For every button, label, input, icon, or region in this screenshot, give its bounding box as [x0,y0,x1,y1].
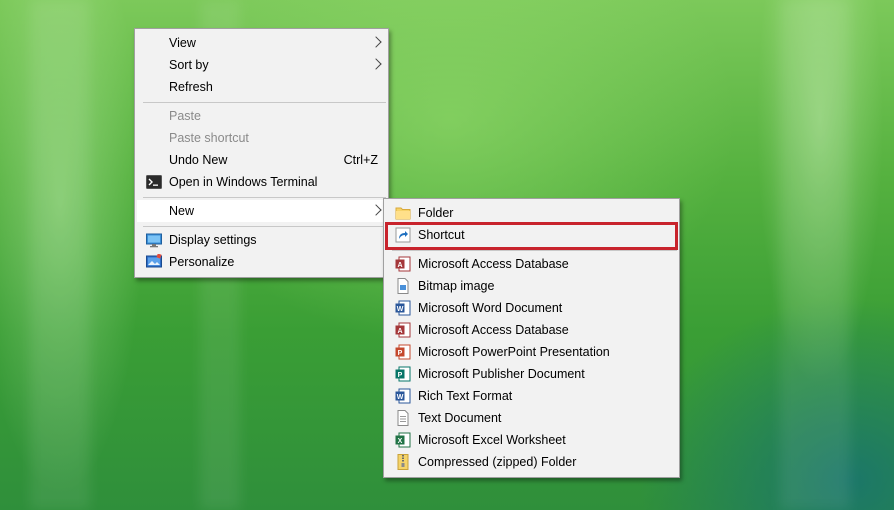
terminal-icon [146,175,162,189]
powerpoint-icon: P [395,344,411,360]
menu-item-view[interactable]: View [137,32,386,54]
chevron-right-icon [370,58,382,70]
folder-icon [395,207,411,220]
menu-separator [143,102,386,103]
menu-item-label: Microsoft Word Document [418,301,563,315]
submenu-item-publisher-document[interactable]: P Microsoft Publisher Document [386,363,677,385]
rtf-icon: W [395,388,411,404]
menu-item-label: Display settings [169,233,257,247]
menu-item-undo-new[interactable]: Undo New Ctrl+Z [137,149,386,171]
submenu-item-access-database[interactable]: A Microsoft Access Database [386,253,677,275]
menu-item-label: Microsoft Publisher Document [418,367,585,381]
submenu-item-word-document[interactable]: W Microsoft Word Document [386,297,677,319]
menu-item-label: Rich Text Format [418,389,513,403]
menu-separator [143,226,386,227]
svg-text:W: W [397,306,404,313]
menu-item-paste[interactable]: Paste [137,105,386,127]
display-icon [146,233,162,248]
menu-item-label: Text Document [418,411,502,425]
svg-text:P: P [398,350,403,357]
menu-item-label: Personalize [169,255,235,269]
submenu-item-access-database-2[interactable]: A Microsoft Access Database [386,319,677,341]
bitmap-icon [397,278,409,294]
menu-item-sort-by[interactable]: Sort by [137,54,386,76]
chevron-right-icon [370,36,382,48]
menu-item-label: Paste [169,109,201,123]
menu-item-label: Microsoft PowerPoint Presentation [418,345,610,359]
menu-item-label: Open in Windows Terminal [169,175,318,189]
word-icon: W [395,300,411,316]
svg-text:P: P [398,372,403,379]
personalize-icon [146,254,162,268]
keyboard-shortcut: Ctrl+Z [343,153,378,167]
menu-item-personalize[interactable]: Personalize [137,251,386,273]
publisher-icon: P [395,366,411,382]
menu-item-new[interactable]: New [137,200,386,222]
menu-item-label: Paste shortcut [169,131,249,145]
chevron-right-icon [370,204,382,216]
access-icon: A [395,256,411,272]
submenu-item-powerpoint-presentation[interactable]: P Microsoft PowerPoint Presentation [386,341,677,363]
menu-item-label: Undo New [169,153,228,167]
desktop-context-menu: View Sort by Refresh Paste Paste shortcu… [134,28,389,278]
svg-text:W: W [397,394,404,401]
svg-text:A: A [397,262,402,269]
submenu-item-rich-text-format[interactable]: W Rich Text Format [386,385,677,407]
menu-separator [143,197,386,198]
submenu-item-folder[interactable]: Folder [386,202,677,224]
menu-item-paste-shortcut[interactable]: Paste shortcut [137,127,386,149]
access-icon: A [395,322,411,338]
menu-item-label: Microsoft Excel Worksheet [418,433,566,447]
svg-text:A: A [397,328,402,335]
menu-item-label: View [169,36,196,50]
menu-item-label: Compressed (zipped) Folder [418,455,577,469]
shortcut-highlight-box [385,222,678,250]
text-document-icon [397,410,409,426]
menu-item-label: Bitmap image [418,279,495,293]
excel-icon: X [395,432,411,448]
menu-item-label: Microsoft Access Database [418,257,569,271]
menu-item-label: Sort by [169,58,209,72]
menu-item-label: Folder [418,206,454,220]
submenu-item-bitmap-image[interactable]: Bitmap image [386,275,677,297]
menu-item-label: Microsoft Access Database [418,323,569,337]
svg-text:X: X [398,438,403,445]
menu-item-label: Refresh [169,80,213,94]
menu-item-display-settings[interactable]: Display settings [137,229,386,251]
menu-item-label: New [169,204,195,218]
submenu-item-text-document[interactable]: Text Document [386,407,677,429]
zip-folder-icon [397,454,409,470]
submenu-item-excel-worksheet[interactable]: X Microsoft Excel Worksheet [386,429,677,451]
submenu-item-compressed-folder[interactable]: Compressed (zipped) Folder [386,451,677,473]
menu-item-refresh[interactable]: Refresh [137,76,386,98]
menu-item-open-in-windows-terminal[interactable]: Open in Windows Terminal [137,171,386,193]
menu-separator [392,250,677,251]
